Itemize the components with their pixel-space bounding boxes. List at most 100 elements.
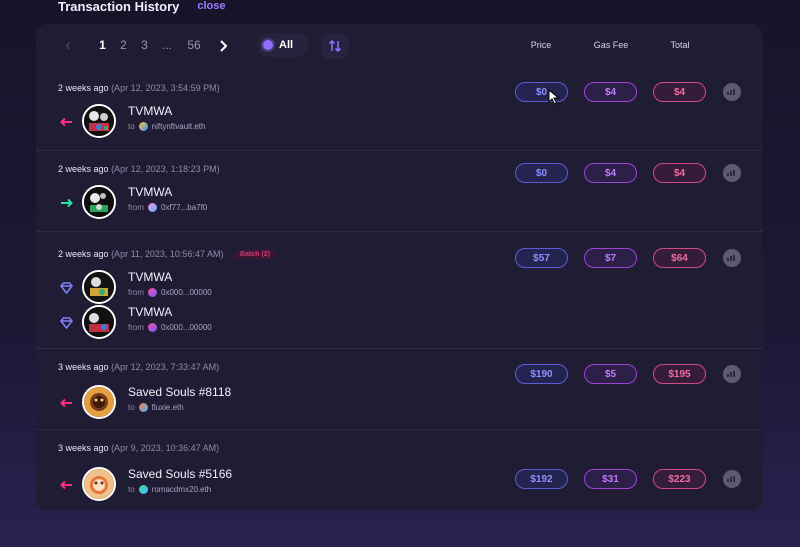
nft-thumbnail bbox=[82, 104, 116, 138]
sent-arrow-icon bbox=[58, 114, 74, 130]
nft-name: Saved Souls #8118 bbox=[128, 385, 232, 399]
sort-button[interactable] bbox=[321, 33, 349, 59]
transaction-item[interactable]: Saved Souls #5166 to romacdmx20.eth bbox=[54, 467, 334, 503]
page-ellipsis: ... bbox=[161, 38, 172, 52]
counterparty: from 0x000...00000 bbox=[128, 323, 212, 332]
direction-prefix: to bbox=[128, 485, 135, 494]
time-date: (Apr 12, 2023, 3:54:59 PM) bbox=[111, 83, 220, 93]
header: Transaction History close bbox=[58, 0, 226, 14]
direction-prefix: to bbox=[128, 122, 135, 131]
nft-name: TVMWA bbox=[128, 104, 173, 118]
counterparty-address[interactable]: 0xf77...ba7f0 bbox=[161, 203, 207, 212]
price-pill[interactable]: $192 bbox=[515, 469, 568, 489]
nft-name: TVMWA bbox=[128, 305, 173, 319]
pagination: 1 2 3 ... 56 bbox=[92, 38, 209, 52]
transaction-item[interactable]: TVMWA from 0xf77...ba7f0 bbox=[54, 185, 334, 221]
sent-arrow-icon bbox=[58, 477, 74, 493]
counterparty: from 0xf77...ba7f0 bbox=[128, 203, 207, 212]
counterparty-address[interactable]: 0x000...00000 bbox=[161, 288, 212, 297]
gas-fee-pill[interactable]: $7 bbox=[584, 248, 637, 268]
time-ago: 3 weeks ago bbox=[58, 443, 109, 453]
direction-prefix: from bbox=[128, 203, 144, 212]
gas-fee-pill[interactable]: $5 bbox=[584, 364, 637, 384]
nft-name: TVMWA bbox=[128, 270, 173, 284]
etherscan-link-icon[interactable] bbox=[723, 470, 741, 488]
counterparty-address[interactable]: romacdmx20.eth bbox=[152, 485, 212, 494]
etherscan-link-icon[interactable] bbox=[723, 249, 741, 267]
transaction-item[interactable]: TVMWA from 0x000...00000 bbox=[54, 270, 334, 306]
counterparty-address[interactable]: fluxie.eth bbox=[152, 403, 184, 412]
avatar bbox=[138, 122, 148, 131]
total-pill[interactable]: $4 bbox=[653, 82, 706, 102]
chevron-right-icon[interactable] bbox=[216, 38, 232, 54]
received-arrow-icon bbox=[58, 195, 74, 211]
transaction-row: 2 weeks ago (Apr 12, 2023, 3:54:59 PM) T… bbox=[36, 70, 763, 151]
counterparty: from 0x000...00000 bbox=[128, 288, 212, 297]
gas-fee-pill[interactable]: $4 bbox=[584, 82, 637, 102]
price-pill[interactable]: $190 bbox=[515, 364, 568, 384]
transaction-item[interactable]: TVMWA to niftynftvault.eth bbox=[54, 104, 334, 140]
transaction-row: 2 weeks ago (Apr 11, 2023, 10:56:47 AM) … bbox=[36, 232, 763, 349]
etherscan-link-icon[interactable] bbox=[723, 83, 741, 101]
column-total: Total bbox=[670, 40, 690, 50]
direction-prefix: from bbox=[128, 323, 144, 332]
chevron-left-icon[interactable]: ‹ bbox=[60, 37, 76, 54]
sort-arrows-icon bbox=[328, 39, 342, 53]
page-1[interactable]: 1 bbox=[92, 38, 113, 52]
nft-thumbnail bbox=[82, 305, 116, 339]
transaction-panel: ‹ 1 2 3 ... 56 All Price Gas Fee Total 2… bbox=[36, 24, 763, 511]
avatar bbox=[138, 485, 148, 494]
nft-name: TVMWA bbox=[128, 185, 173, 199]
toolbar: ‹ 1 2 3 ... 56 All Price Gas Fee Total bbox=[36, 24, 763, 70]
time-date: (Apr 11, 2023, 10:56:47 AM) bbox=[111, 249, 224, 259]
total-pill[interactable]: $4 bbox=[653, 163, 706, 183]
column-price: Price bbox=[530, 40, 552, 50]
transaction-item[interactable]: TVMWA from 0x000...00000 bbox=[54, 305, 334, 341]
transaction-item[interactable]: Saved Souls #8118 to fluxie.eth bbox=[54, 385, 334, 421]
nft-thumbnail bbox=[82, 270, 116, 304]
transaction-row: 3 weeks ago (Apr 9, 2023, 10:36:47 AM) S… bbox=[36, 430, 763, 511]
gas-fee-pill[interactable]: $4 bbox=[584, 163, 637, 183]
time-ago: 2 weeks ago bbox=[58, 164, 109, 174]
avatar bbox=[148, 323, 157, 332]
nft-thumbnail bbox=[82, 385, 116, 419]
avatar bbox=[148, 288, 157, 297]
transaction-time: 3 weeks ago (Apr 9, 2023, 10:36:47 AM) bbox=[58, 443, 219, 453]
direction-prefix: from bbox=[128, 288, 144, 297]
total-pill[interactable]: $195 bbox=[653, 364, 706, 384]
mouse-pointer-icon bbox=[548, 89, 560, 105]
transaction-time: 2 weeks ago (Apr 11, 2023, 10:56:47 AM) … bbox=[58, 249, 276, 260]
time-date: (Apr 12, 2023, 7:33:47 AM) bbox=[111, 362, 220, 372]
close-link[interactable]: close bbox=[197, 0, 225, 12]
time-ago: 3 weeks ago bbox=[58, 362, 109, 372]
column-gas-fee: Gas Fee bbox=[593, 40, 629, 50]
counterparty-address[interactable]: 0x000...00000 bbox=[161, 323, 212, 332]
transaction-time: 2 weeks ago (Apr 12, 2023, 1:18:23 PM) bbox=[58, 164, 220, 174]
page-56[interactable]: 56 bbox=[179, 38, 209, 52]
price-pill[interactable]: $0 bbox=[515, 163, 568, 183]
batch-badge: Batch (2) bbox=[233, 250, 276, 260]
time-ago: 2 weeks ago bbox=[58, 83, 109, 93]
counterparty-address[interactable]: niftynftvault.eth bbox=[152, 122, 206, 131]
sent-arrow-icon bbox=[58, 395, 74, 411]
etherscan-link-icon[interactable] bbox=[723, 164, 741, 182]
page-3[interactable]: 3 bbox=[134, 38, 155, 52]
total-pill[interactable]: $223 bbox=[653, 469, 706, 489]
nft-name: Saved Souls #5166 bbox=[128, 467, 233, 481]
nft-thumbnail bbox=[82, 467, 116, 501]
price-pill[interactable]: $0 bbox=[515, 82, 568, 102]
direction-prefix: to bbox=[128, 403, 135, 412]
avatar bbox=[138, 403, 148, 412]
page-title: Transaction History bbox=[58, 0, 180, 14]
gas-fee-pill[interactable]: $31 bbox=[584, 469, 637, 489]
mint-diamond-icon bbox=[58, 280, 74, 296]
total-pill[interactable]: $64 bbox=[653, 248, 706, 268]
time-date: (Apr 12, 2023, 1:18:23 PM) bbox=[111, 164, 220, 174]
page-2[interactable]: 2 bbox=[113, 38, 134, 52]
time-ago: 2 weeks ago bbox=[58, 249, 109, 259]
etherscan-link-icon[interactable] bbox=[723, 365, 741, 383]
time-date: (Apr 9, 2023, 10:36:47 AM) bbox=[111, 443, 220, 453]
nft-thumbnail bbox=[82, 185, 116, 219]
filter-all-button[interactable]: All bbox=[257, 33, 309, 57]
price-pill[interactable]: $57 bbox=[515, 248, 568, 268]
